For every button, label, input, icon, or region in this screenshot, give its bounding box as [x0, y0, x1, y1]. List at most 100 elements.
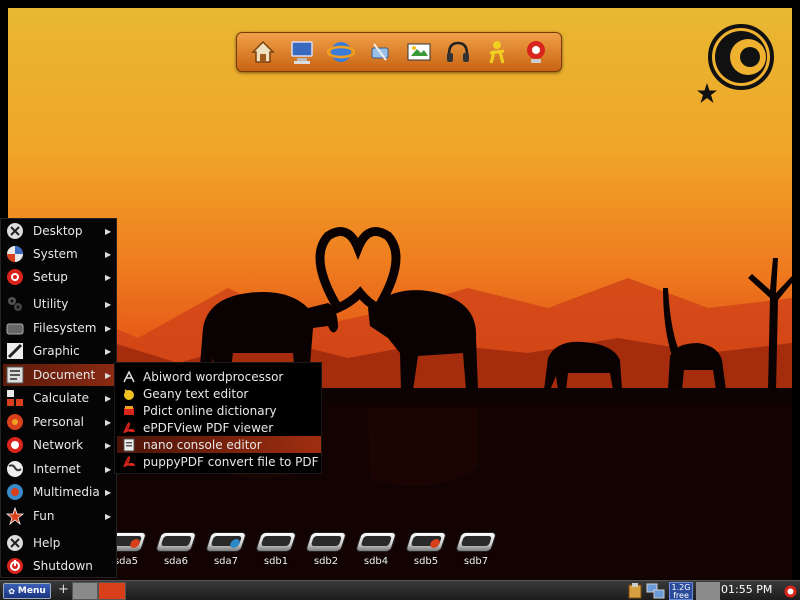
personal-icon [5, 412, 25, 432]
drive-label: sdb1 [263, 556, 289, 567]
submenu-arrow-icon: ▶ [105, 323, 112, 333]
submenu-item-nano[interactable]: nano console editor [117, 436, 321, 453]
user-icon[interactable] [482, 37, 512, 67]
drive-icon [454, 532, 498, 552]
clock[interactable]: 01:55 PM [721, 583, 772, 596]
drive-sda7[interactable]: sda7 [204, 532, 248, 567]
webcam-icon[interactable] [521, 37, 551, 67]
submenu-arrow-icon: ▶ [105, 272, 112, 282]
document-icon [5, 365, 25, 385]
drive-icon [154, 532, 198, 552]
submenu-arrow-icon: ▶ [105, 511, 112, 521]
pdf-convert-icon [121, 454, 137, 470]
geany-icon [121, 386, 137, 402]
filesystem-icon [5, 318, 25, 338]
menu-item-graphic[interactable]: Graphic ▶ [3, 340, 116, 362]
drive-icon [304, 532, 348, 552]
drive-label: sdb5 [413, 556, 439, 567]
drive-icon [404, 532, 448, 552]
drive-sdb2[interactable]: sdb2 [304, 532, 348, 567]
network-status-icon[interactable] [646, 582, 666, 600]
music-icon[interactable] [443, 37, 473, 67]
submenu-item-puppypdf[interactable]: puppyPDF convert file to PDF [117, 453, 321, 470]
drive-label: sdb7 [463, 556, 489, 567]
network-menu-icon [5, 435, 25, 455]
menu-item-calculate[interactable]: Calculate ▶ [3, 387, 116, 409]
menu-item-filesystem[interactable]: Filesystem ▶ [3, 317, 116, 339]
menu-item-utility[interactable]: Utility ▶ [3, 293, 116, 315]
submenu-item-pdict[interactable]: Pdict online dictionary [117, 402, 321, 419]
internet-icon [5, 459, 25, 479]
submenu-arrow-icon: ▶ [105, 464, 112, 474]
menu-item-document[interactable]: Document ▶ [3, 364, 116, 386]
submenu-arrow-icon: ▶ [105, 440, 112, 450]
abiword-icon [121, 369, 137, 385]
menu-item-shutdown[interactable]: Shutdown [3, 555, 116, 577]
wallpaper-scenery [8, 227, 792, 580]
home-icon[interactable] [248, 37, 278, 67]
multimedia-icon [5, 482, 25, 502]
menu-item-personal[interactable]: Personal ▶ [3, 411, 116, 433]
drive-sdb5[interactable]: sdb5 [404, 532, 448, 567]
network-icon[interactable] [365, 37, 395, 67]
submenu-arrow-icon: ▶ [105, 487, 112, 497]
drive-icon [354, 532, 398, 552]
graphic-icon [5, 341, 25, 361]
submenu-arrow-icon: ▶ [105, 226, 112, 236]
setup-icon [5, 267, 25, 287]
utility-icon [5, 294, 25, 314]
desktop-icon [5, 221, 25, 241]
workspace-1[interactable] [72, 582, 98, 600]
drive-label: sdb2 [313, 556, 339, 567]
menu-item-network[interactable]: Network ▶ [3, 434, 116, 456]
wallpaper [8, 8, 792, 580]
submenu-arrow-icon: ▶ [105, 249, 112, 259]
drive-label: sda7 [213, 556, 239, 567]
fun-icon [5, 506, 25, 526]
tray-placeholder[interactable] [696, 582, 720, 600]
submenu-item-abiword[interactable]: Abiword wordprocessor [117, 368, 321, 385]
calculate-icon [5, 388, 25, 408]
drive-sdb1[interactable]: sdb1 [254, 532, 298, 567]
taskbar: ✿ Menu + 1.2G free 01:55 PM [0, 580, 800, 600]
pdf-icon [121, 420, 137, 436]
shutdown-icon [5, 556, 25, 576]
submenu-arrow-icon: ▶ [105, 370, 112, 380]
submenu-arrow-icon: ▶ [105, 299, 112, 309]
main-menu: Desktop ▶ System ▶ Setup ▶ Utility ▶ Fil… [0, 218, 117, 578]
browser-icon[interactable] [326, 37, 356, 67]
free-space-indicator[interactable]: 1.2G free [669, 582, 693, 600]
computer-icon[interactable] [287, 37, 317, 67]
drive-sdb7[interactable]: sdb7 [454, 532, 498, 567]
menu-button[interactable]: ✿ Menu [3, 583, 51, 599]
document-submenu: Abiword wordprocessor Geany text editor … [114, 362, 322, 474]
menu-item-multimedia[interactable]: Multimedia ▶ [3, 481, 116, 503]
menu-item-help[interactable]: Help [3, 532, 116, 554]
menu-item-setup[interactable]: Setup ▶ [3, 266, 116, 288]
help-icon [5, 533, 25, 553]
drive-icon [204, 532, 248, 552]
paw-icon: ✿ [8, 586, 15, 596]
menu-item-system[interactable]: System ▶ [3, 243, 116, 265]
workspace-2[interactable] [98, 582, 126, 600]
menu-item-internet[interactable]: Internet ▶ [3, 458, 116, 480]
menu-item-fun[interactable]: Fun ▶ [3, 505, 116, 527]
drive-label: sdb4 [363, 556, 389, 567]
paint-icon[interactable] [404, 37, 434, 67]
power-icon[interactable] [783, 582, 797, 600]
submenu-item-geany[interactable]: Geany text editor [117, 385, 321, 402]
dictionary-icon [121, 403, 137, 419]
menu-item-desktop[interactable]: Desktop ▶ [3, 220, 116, 242]
submenu-arrow-icon: ▶ [105, 417, 112, 427]
submenu-arrow-icon: ▶ [105, 393, 112, 403]
drive-sdb4[interactable]: sdb4 [354, 532, 398, 567]
desktop: sda5 sda6 sda7 sdb1 sdb2 sdb4 sdb5 sdb7 … [0, 0, 800, 580]
star-icon [697, 83, 717, 103]
submenu-item-epdfview[interactable]: ePDFView PDF viewer [117, 419, 321, 436]
nano-icon [121, 437, 137, 453]
submenu-arrow-icon: ▶ [105, 346, 112, 356]
add-workspace-button[interactable]: + [58, 582, 69, 597]
clipboard-icon[interactable] [627, 582, 643, 600]
drive-sda6[interactable]: sda6 [154, 532, 198, 567]
system-icon [5, 244, 25, 264]
